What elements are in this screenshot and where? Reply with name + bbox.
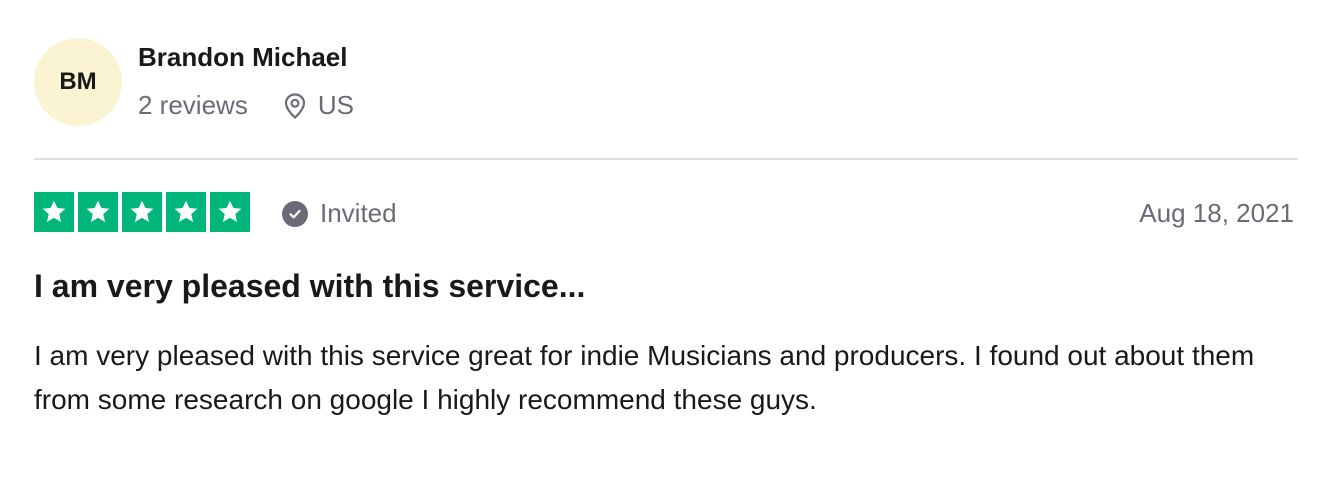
- star-icon: [78, 192, 118, 232]
- star-icon: [210, 192, 250, 232]
- invited-label: Invited: [320, 198, 397, 228]
- reviewer-meta: 2 reviews US: [138, 90, 354, 121]
- review-title[interactable]: I am very pleased with this service...: [34, 268, 585, 305]
- divider: [34, 158, 1298, 160]
- review-text: I am very pleased with this service grea…: [34, 340, 1255, 415]
- reviewer-name[interactable]: Brandon Michael: [138, 42, 347, 73]
- avatar-initials: BM: [59, 68, 97, 95]
- star-rating: [34, 192, 250, 232]
- reviewer-header: BM Brandon Michael 2 reviews US: [34, 38, 1298, 128]
- invited-badge[interactable]: Invited: [282, 198, 397, 229]
- star-icon: [166, 192, 206, 232]
- review-date: Aug 18, 2021: [1139, 198, 1294, 228]
- star-icon: [34, 192, 74, 232]
- reviews-count: 2 reviews: [138, 90, 248, 120]
- location-label: US: [317, 90, 354, 120]
- rating-row: Invited Aug 18, 2021: [34, 192, 1298, 232]
- avatar[interactable]: BM: [34, 38, 122, 126]
- reviewer-location: US: [284, 90, 354, 121]
- check-circle-icon: [282, 200, 308, 227]
- map-pin-icon: [284, 92, 305, 119]
- review-card: BM Brandon Michael 2 reviews US Invited: [34, 0, 1298, 500]
- star-icon: [122, 192, 162, 232]
